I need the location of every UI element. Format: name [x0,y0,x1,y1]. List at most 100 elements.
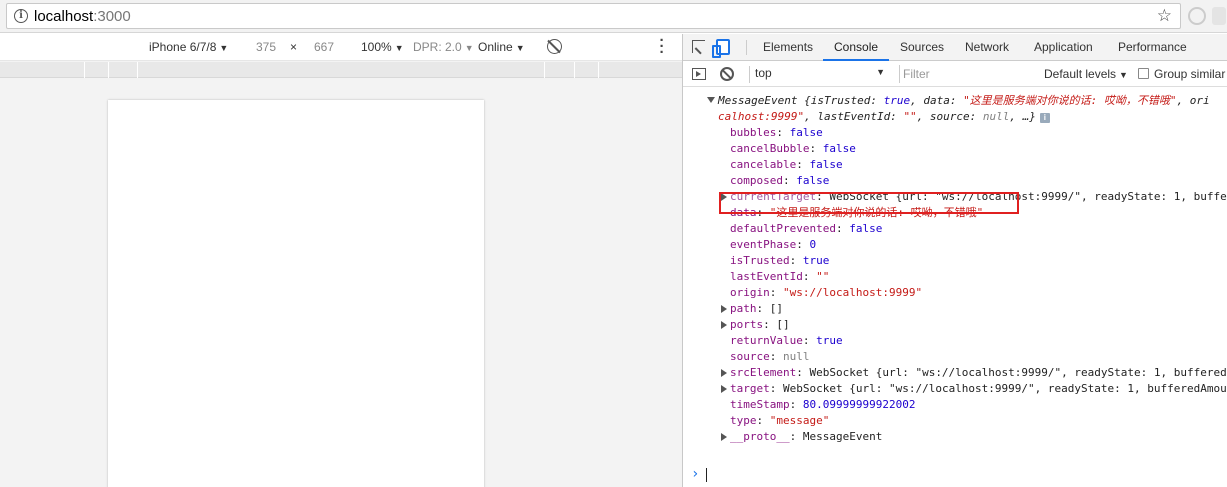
summary-value: true [883,94,911,107]
dpr-label: DPR: 2.0 [413,40,462,54]
media-query-ruler[interactable] [0,62,682,78]
extension-icon[interactable] [1188,7,1206,25]
property-separator: : [802,270,817,283]
inspect-element-icon[interactable] [692,40,705,53]
group-similar-toggle[interactable]: Group similar [1138,67,1225,81]
property-key: origin [730,286,770,299]
clear-console-icon[interactable] [720,67,734,81]
console-input-cursor[interactable] [706,468,707,482]
tab-application[interactable]: Application [1034,34,1093,61]
property-value: null [783,350,810,363]
tab-performance[interactable]: Performance [1118,34,1187,61]
property-key: lastEventId [730,270,803,283]
caret-down-icon: ▼ [219,43,229,53]
property-row[interactable]: ports: [] [721,317,790,333]
device-select[interactable]: iPhone 6/7/8 ▼ [149,40,228,54]
property-key: defaultPrevented [730,222,836,235]
ruler-segment[interactable] [84,62,85,78]
tab-elements[interactable]: Elements [763,34,813,61]
property-separator: : [809,142,823,155]
address-bar: i localhost:3000 ☆ [0,0,1227,33]
ruler-segment[interactable] [108,62,109,78]
property-row: type: "message" [730,413,829,429]
bookmark-star-icon[interactable]: ☆ [1157,6,1172,26]
url-host: localhost [34,8,94,25]
summary-value: null [982,110,1010,123]
network-throttle-select[interactable]: Online ▼ [478,40,525,54]
property-row[interactable]: __proto__: MessageEvent [721,429,882,445]
extension-icon-2[interactable] [1212,7,1226,25]
property-key: isTrusted [730,254,790,267]
property-value: [] [776,318,790,331]
expand-triangle-icon[interactable] [721,305,727,313]
property-value: "message" [769,414,830,427]
device-emulation-pane: iPhone 6/7/8 ▼ 375 × 667 100% ▼ DPR: 2.0 ▼ … [0,33,682,487]
property-key: cancelable [730,158,797,171]
property-key: ports [730,318,764,331]
property-row[interactable]: srcElement: WebSocket {url: "ws://localh… [721,365,1227,381]
more-options-icon[interactable]: · · · [658,33,666,60]
log-levels-select[interactable]: Default levels ▼ [1044,67,1128,81]
filter-input[interactable] [899,65,1035,83]
expand-triangle-icon[interactable] [721,385,727,393]
property-row[interactable]: target: WebSocket {url: "ws://localhost:… [721,381,1227,397]
ruler-segment[interactable] [544,62,545,78]
property-separator: : [776,126,790,139]
width-input[interactable]: 375 [256,40,276,54]
context-label: top [755,66,772,80]
property-row: composed: false [730,173,829,189]
property-row: lastEventId: "" [730,269,829,285]
summary-text: , lastEventId: [804,110,904,123]
summary-text: , source: [916,110,983,123]
console-message-summary[interactable]: MessageEvent {isTrusted: true, data: "这里… [707,93,1210,109]
zoom-select[interactable]: 100% ▼ [361,40,404,54]
ruler-segment[interactable] [598,62,599,78]
property-value: "ws://localhost:9999" [783,286,923,299]
property-row: defaultPrevented: false [730,221,882,237]
dpr-select[interactable]: DPR: 2.0 ▼ [413,40,474,54]
property-separator: : [789,398,803,411]
property-separator: : [763,318,777,331]
expand-triangle-icon[interactable] [721,321,727,329]
property-separator: : [796,366,810,379]
tab-network[interactable]: Network [965,34,1009,61]
property-separator: : [835,222,850,235]
network-label: Online [478,40,513,54]
ruler-segment[interactable] [574,62,575,78]
property-row: bubbles: false [730,125,823,141]
property-separator: : [769,286,783,299]
property-key: target [730,382,770,395]
context-select[interactable]: top ▼ [749,66,889,83]
omnibox[interactable]: i localhost:3000 ☆ [6,3,1181,29]
expand-triangle-icon[interactable] [707,97,715,103]
property-row: source: null [730,349,810,365]
property-row: returnValue: true [730,333,843,349]
property-separator: : [789,430,803,443]
property-key: cancelBubble [730,142,810,155]
rotate-icon[interactable] [547,39,562,54]
property-value: "" [816,270,830,283]
info-badge-icon[interactable]: i [1039,113,1050,123]
url-text[interactable]: localhost:3000 [34,8,131,25]
expand-triangle-icon[interactable] [721,369,727,377]
height-input[interactable]: 667 [314,40,334,54]
ruler-segment[interactable] [137,62,138,78]
show-sidebar-icon[interactable] [692,68,706,80]
property-key: returnValue [730,334,803,347]
property-value: WebSocket {url: "ws://localhost:9999/", … [783,382,1227,395]
property-key: eventPhase [730,238,797,251]
summary-text: , data: [910,94,964,107]
device-viewport[interactable] [108,100,484,487]
property-row[interactable]: path: [] [721,301,783,317]
caret-down-icon: ▼ [394,43,404,53]
tab-sources[interactable]: Sources [900,34,944,61]
expand-triangle-icon[interactable] [721,433,727,441]
group-similar-checkbox[interactable] [1138,68,1149,79]
property-value: false [789,126,823,139]
info-icon[interactable]: i [14,9,28,23]
tab-console[interactable]: Console [823,34,890,61]
device-toggle-icon[interactable] [712,39,730,58]
zoom-label: 100% [361,40,392,54]
summary-value: "这里是服务端对你说的话: 哎呦，不错哦" [963,94,1177,107]
property-separator: : [796,158,810,171]
